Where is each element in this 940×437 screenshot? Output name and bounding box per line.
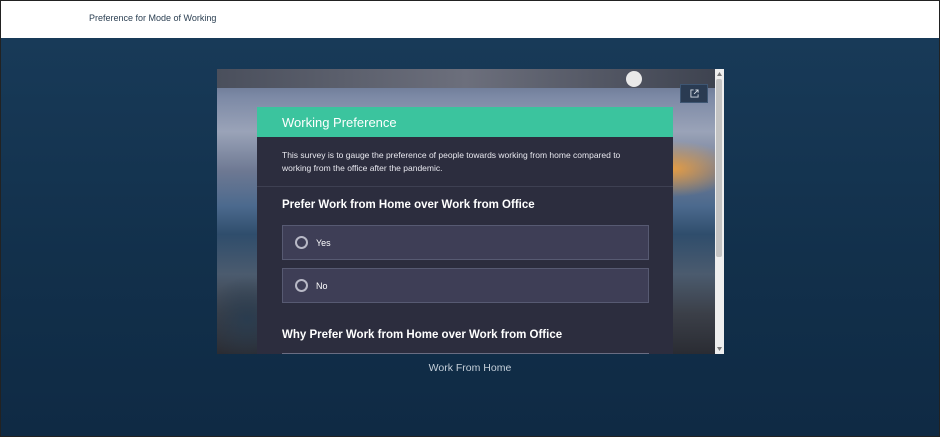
- radio-circle-icon[interactable]: [295, 279, 308, 292]
- option-yes[interactable]: Yes: [282, 225, 649, 260]
- scroll-up-icon[interactable]: [716, 71, 723, 77]
- sun-icon: [626, 71, 642, 87]
- scroll-down-icon[interactable]: [716, 346, 723, 352]
- option-yes-label: Yes: [316, 237, 331, 248]
- question-2-label: Why Prefer Work from Home over Work from…: [282, 329, 563, 341]
- survey-title: Working Preference: [282, 114, 397, 130]
- question-2-input[interactable]: [282, 353, 649, 354]
- option-no-label: No: [316, 280, 328, 291]
- page-title: Preference for Mode of Working: [89, 13, 217, 23]
- option-no[interactable]: No: [282, 268, 649, 303]
- external-link-icon: [689, 89, 699, 98]
- survey-header: Working Preference: [257, 107, 673, 137]
- top-bar: Preference for Mode of Working: [1, 1, 939, 39]
- radio-circle-icon[interactable]: [295, 236, 308, 249]
- scrollbar-thumb[interactable]: [716, 79, 722, 257]
- question-1-label: Prefer Work from Home over Work from Off…: [282, 199, 535, 211]
- open-external-button[interactable]: [680, 84, 708, 103]
- embed-caption: Work From Home: [428, 362, 512, 374]
- survey-panel: Working Preference This survey is to gau…: [257, 107, 673, 354]
- survey-description: This survey is to gauge the preference o…: [257, 137, 673, 187]
- survey-embed[interactable]: Working Preference This survey is to gau…: [217, 69, 724, 354]
